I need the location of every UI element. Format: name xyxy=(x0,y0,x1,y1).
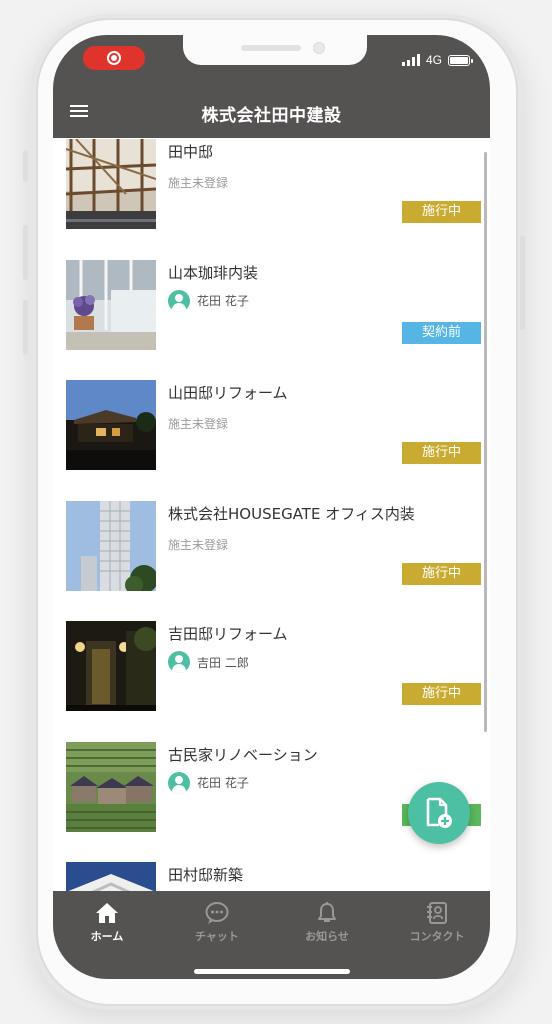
project-owner: 吉田 二郎 xyxy=(168,651,249,673)
project-title: 吉田邸リフォーム xyxy=(168,625,288,643)
project-title: 田中邸 xyxy=(168,143,214,161)
phone-volume-down xyxy=(23,300,28,355)
nav-home[interactable]: ホーム xyxy=(67,901,147,944)
project-card[interactable]: 山本珈琲内装花田 花子契約前 xyxy=(53,242,490,363)
project-list-viewport[interactable]: 田中邸 施主未登録 施行中 山本珈琲内装 花田 花子 契約前 山田邸リフォーム 施主未登録 施行… xyxy=(53,138,490,891)
nav-home-label: ホーム xyxy=(90,930,124,943)
nav-chat-label: チャット xyxy=(195,930,239,943)
project-thumbnail xyxy=(66,259,156,350)
scrollbar[interactable] xyxy=(484,152,487,732)
add-project-button[interactable] xyxy=(408,782,470,844)
record-dot xyxy=(111,55,117,61)
network-type: 4G xyxy=(425,53,442,67)
bell-icon xyxy=(318,902,336,922)
app-bar: 株式会社田中建設 xyxy=(53,85,490,138)
status-badge: 施行中 xyxy=(402,683,481,705)
status-icons: 4G xyxy=(401,52,473,68)
app-screen: 4G 株式会社田中建設 田中邸 施主未登録 施行中 山本珈琲内装 花田 花子 契約前 山田邸… xyxy=(53,35,490,979)
project-thumbnail xyxy=(66,380,156,470)
owner-name: 花田 花子 xyxy=(197,776,249,790)
project-owner: 花田 花子 xyxy=(168,771,249,794)
project-card[interactable]: 株式会社HOUSEGATE オフィス内装施主未登録施行中 xyxy=(53,483,490,604)
nav-contacts-label: コンタクト xyxy=(409,930,465,943)
project-title: 株式会社HOUSEGATE オフィス内装 xyxy=(168,504,415,523)
user-avatar-icon xyxy=(168,771,190,794)
owner-unregistered: 施主未登録 xyxy=(168,417,229,431)
nav-chat[interactable]: チャット xyxy=(177,901,257,944)
phone-volume-up xyxy=(23,225,28,280)
owner-name: 吉田 二郎 xyxy=(197,655,249,670)
project-list: 田中邸 施主未登録 施行中 山本珈琲内装 花田 花子 契約前 山田邸リフォーム 施主未登録 施行… xyxy=(53,138,490,891)
project-title: 山田邸リフォーム xyxy=(168,384,288,402)
project-card[interactable]: 田村邸新築 xyxy=(53,844,490,891)
nav-notifications-label: お知らせ xyxy=(305,930,349,943)
status-badge: 施行中 xyxy=(402,442,481,464)
project-title: 田村邸新築 xyxy=(168,866,244,884)
user-avatar-icon xyxy=(168,651,190,673)
bottom-navigation: ホーム チャット お知らせ コンタクト xyxy=(53,891,490,979)
battery-icon xyxy=(448,54,473,66)
phone-power-button xyxy=(520,235,525,330)
project-thumbnail xyxy=(66,741,156,832)
signal-icon xyxy=(401,54,420,66)
phone-side-button xyxy=(23,150,28,182)
project-title: 山本珈琲内装 xyxy=(168,263,259,282)
status-badge: 施行中 xyxy=(402,562,481,585)
project-card[interactable]: 田中邸施主未登録施行中 xyxy=(53,138,490,242)
project-thumbnail xyxy=(66,139,156,229)
add-document-icon xyxy=(426,797,452,828)
project-owner: 花田 花子 xyxy=(168,289,249,312)
device-notch xyxy=(183,35,367,65)
status-badge: 契約前 xyxy=(402,321,481,344)
project-card[interactable]: 吉田邸リフォーム吉田 二郎施行中 xyxy=(53,603,490,724)
owner-unregistered: 施主未登録 xyxy=(168,176,229,190)
chat-icon xyxy=(205,902,229,924)
status-bar: 4G xyxy=(53,35,490,85)
user-avatar-icon xyxy=(168,289,190,312)
project-card[interactable]: 山田邸リフォーム施主未登録施行中 xyxy=(53,362,490,483)
owner-unregistered: 施主未登録 xyxy=(168,537,229,552)
project-thumbnail xyxy=(66,862,156,891)
owner-name: 花田 花子 xyxy=(197,294,249,308)
project-title: 古民家リノベーション xyxy=(168,745,318,764)
project-thumbnail xyxy=(66,500,156,591)
home-indicator[interactable] xyxy=(194,969,350,974)
status-badge: 施行中 xyxy=(402,201,481,223)
home-icon xyxy=(96,903,118,923)
nav-contacts[interactable]: コンタクト xyxy=(397,901,477,944)
camera-icon xyxy=(313,42,325,54)
page-title: 株式会社田中建設 xyxy=(201,106,342,126)
screen-recording-indicator[interactable] xyxy=(83,46,145,70)
project-thumbnail xyxy=(66,621,156,711)
nav-notifications[interactable]: お知らせ xyxy=(287,901,367,944)
contacts-icon xyxy=(427,902,447,924)
speaker-grille xyxy=(241,45,301,51)
